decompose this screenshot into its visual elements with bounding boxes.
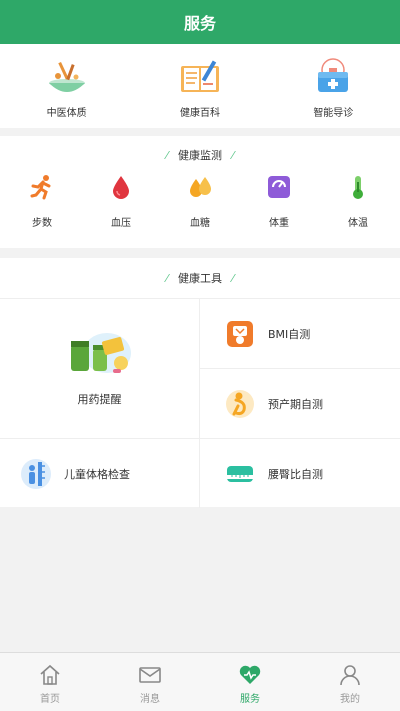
tool-label: 预产期自测 [268,397,323,411]
tool-child-physical-exam[interactable]: 儿童体格检查 [0,439,200,508]
heart-icon [239,665,261,684]
leaf-icon: ⁄ [232,271,234,285]
service-health-encyclopedia[interactable]: 健康百科 [133,44,266,128]
monitor-blood-pressure[interactable]: 血压 [101,174,141,229]
tab-label: 消息 [140,694,160,705]
monitor-label: 血压 [111,218,131,229]
leaf-icon: ⁄ [166,271,168,285]
tool-label: 儿童体格检查 [64,467,130,481]
child-growth-icon [21,458,51,489]
health-monitor-section: ⁄ 健康监测 ⁄ 步数 血压 血糖 体重 体温 [0,136,400,248]
monitor-blood-glucose[interactable]: 血糖 [180,174,220,229]
tool-waist-hip-ratio[interactable]: 腰臀比自测 [200,439,400,508]
pregnancy-icon [226,389,254,418]
leaf-icon: ⁄ [232,148,234,162]
tool-label: 腰臀比自测 [268,467,323,481]
tab-messages[interactable]: 消息 [100,653,200,711]
monitor-label: 步数 [32,218,52,229]
herbal-bowl-icon [48,61,85,92]
section-title-text: 健康工具 [178,272,222,285]
user-icon [340,665,360,686]
medical-kit-icon [318,58,349,92]
running-icon [30,175,51,200]
tool-bmi-test[interactable]: BMI自测 [200,299,400,369]
tape-measure-icon [227,465,253,482]
blood-drop-icon [113,176,129,199]
monitor-label: 血糖 [190,218,210,229]
service-tcm-constitution[interactable]: 中医体质 [0,44,133,128]
service-label: 智能导诊 [313,108,354,119]
service-label: 健康百科 [179,108,220,119]
tool-label: 用药提醒 [77,392,122,406]
health-tools-section: ⁄ 健康工具 ⁄ 用药提醒 BMI自测 预产期自测 儿童体格检查 腰臀比自测 [0,258,400,508]
header-bar: 服务 [0,0,400,44]
monitor-steps[interactable]: 步数 [22,174,62,229]
tool-medicine-reminder[interactable]: 用药提醒 [0,299,200,439]
tab-label: 首页 [40,694,60,705]
section-title-text: 健康监测 [178,149,222,162]
tab-label: 我的 [340,694,360,705]
mail-icon [139,667,161,683]
service-label: 中医体质 [46,108,87,119]
tab-profile[interactable]: 我的 [300,653,400,711]
monitor-label: 体重 [269,218,289,229]
service-smart-triage[interactable]: 智能导诊 [267,44,400,128]
pill-bottles-icon [70,332,131,373]
services-row: 中医体质 健康百科 智能导诊 [0,44,400,128]
glucose-drops-icon [190,177,211,197]
tab-home[interactable]: 首页 [0,653,100,711]
bottom-tab-bar: 首页 消息 服务 我的 [0,652,400,711]
tab-services[interactable]: 服务 [200,653,300,711]
tool-label: BMI自测 [268,327,311,341]
monitor-weight[interactable]: 体重 [259,174,299,229]
monitor-temperature[interactable]: 体温 [338,174,378,229]
leaf-icon: ⁄ [166,148,168,162]
bmi-scale-icon [227,320,253,347]
scale-icon [268,176,290,198]
health-book-icon [180,60,219,92]
thermometer-icon [353,176,363,199]
section-title: ⁄ 健康工具 ⁄ [0,258,400,298]
home-icon [40,664,60,685]
section-title: ⁄ 健康监测 ⁄ [0,136,400,174]
page-title: 服务 [183,14,216,33]
monitor-label: 体温 [348,218,368,229]
tool-due-date-test[interactable]: 预产期自测 [200,369,400,439]
tab-label: 服务 [240,694,260,705]
